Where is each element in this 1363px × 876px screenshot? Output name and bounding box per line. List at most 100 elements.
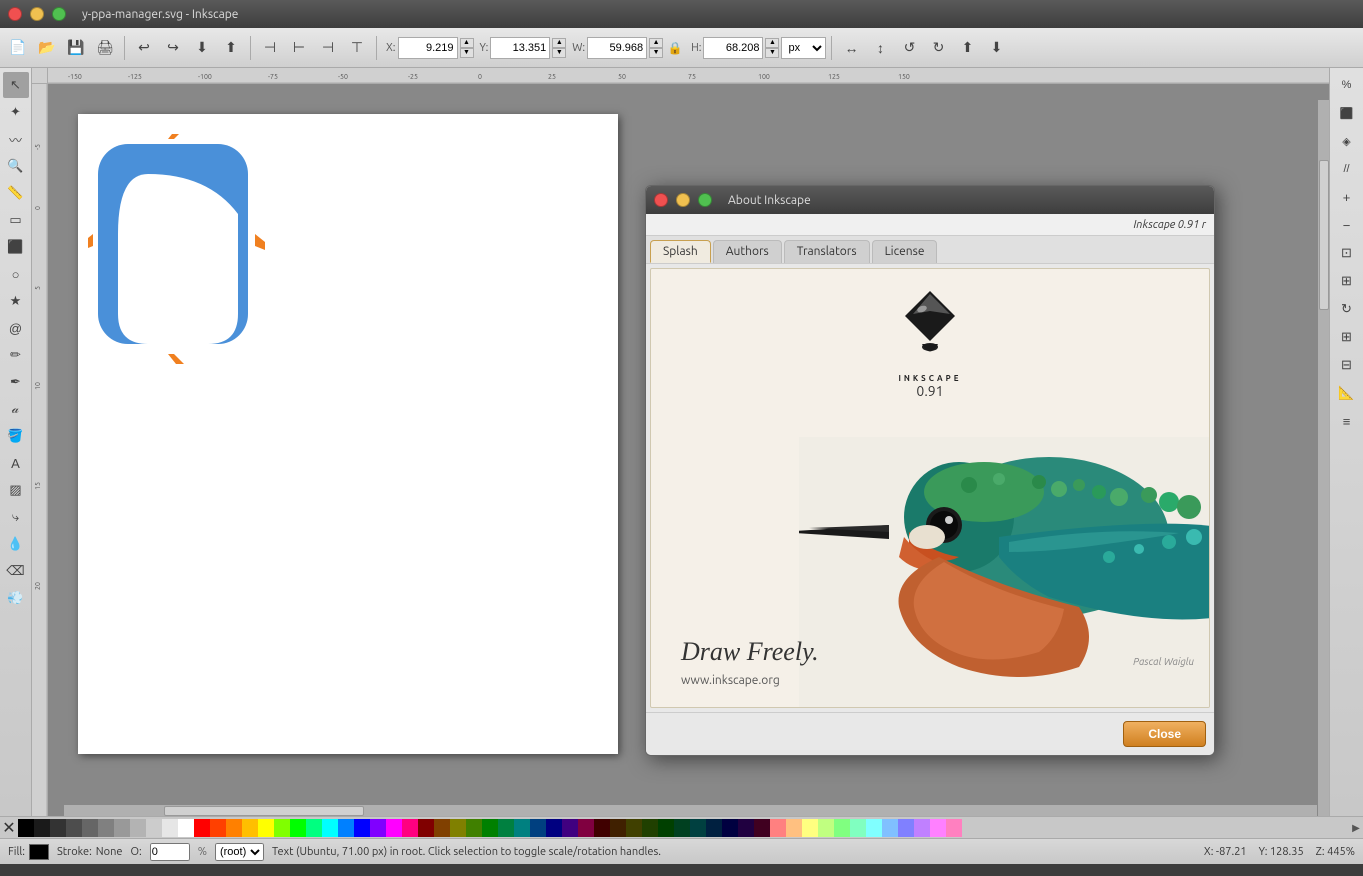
h-down[interactable]: ▼: [765, 48, 779, 58]
gradient-tool[interactable]: ▨: [3, 477, 29, 503]
palette-color-swatch[interactable]: [594, 819, 610, 837]
spiral-tool[interactable]: @: [3, 315, 29, 341]
zoom-fit[interactable]: ⊡: [1334, 240, 1360, 266]
pen-tool[interactable]: ✒: [3, 369, 29, 395]
palette-color-swatch[interactable]: [706, 819, 722, 837]
palette-color-swatch[interactable]: [242, 819, 258, 837]
palette-color-swatch[interactable]: [130, 819, 146, 837]
grid-toggle[interactable]: ⊞: [1334, 324, 1360, 350]
about-maximize-button[interactable]: [698, 193, 712, 207]
close-window-button[interactable]: [8, 7, 22, 21]
print-button[interactable]: 🖨: [91, 34, 119, 62]
tab-authors[interactable]: Authors: [713, 240, 782, 263]
zoom-in[interactable]: +: [1334, 184, 1360, 210]
eraser-tool[interactable]: ⌫: [3, 558, 29, 584]
palette-color-swatch[interactable]: [322, 819, 338, 837]
palette-color-swatch[interactable]: [226, 819, 242, 837]
palette-color-swatch[interactable]: [338, 819, 354, 837]
palette-color-swatch[interactable]: [850, 819, 866, 837]
w-input[interactable]: [587, 37, 647, 59]
spray-tool[interactable]: 💨: [3, 585, 29, 611]
x-spin[interactable]: ▲ ▼: [460, 38, 474, 58]
connector-tool[interactable]: ⤷: [3, 504, 29, 530]
opacity-input[interactable]: [150, 843, 190, 861]
pencil-tool[interactable]: ✏: [3, 342, 29, 368]
tab-translators[interactable]: Translators: [784, 240, 870, 263]
palette-color-swatch[interactable]: [178, 819, 194, 837]
palette-color-swatch[interactable]: [386, 819, 402, 837]
palette-color-swatch[interactable]: [642, 819, 658, 837]
unit-select[interactable]: pxmmcmin: [781, 37, 826, 59]
about-close-window-button[interactable]: [654, 193, 668, 207]
palette-color-swatch[interactable]: [514, 819, 530, 837]
palette-color-swatch[interactable]: [466, 819, 482, 837]
palette-color-swatch[interactable]: [82, 819, 98, 837]
measure-tool[interactable]: 📏: [3, 180, 29, 206]
export-button[interactable]: ⬆: [217, 34, 245, 62]
text-tool[interactable]: A: [3, 450, 29, 476]
palette-color-swatch[interactable]: [18, 819, 34, 837]
y-input[interactable]: [490, 37, 550, 59]
palette-color-swatch[interactable]: [50, 819, 66, 837]
tab-splash[interactable]: Splash: [650, 240, 711, 263]
palette-color-swatch[interactable]: [210, 819, 226, 837]
w-up[interactable]: ▲: [649, 38, 663, 48]
import-button[interactable]: ⬇: [188, 34, 216, 62]
y-up[interactable]: ▲: [552, 38, 566, 48]
palette-color-swatch[interactable]: [802, 819, 818, 837]
palette-color-swatch[interactable]: [418, 819, 434, 837]
no-color-button[interactable]: ✕: [0, 819, 18, 837]
palette-color-swatch[interactable]: [882, 819, 898, 837]
xml-editor[interactable]: ≡: [1334, 408, 1360, 434]
save-button[interactable]: 💾: [62, 34, 90, 62]
snap-ruler[interactable]: 📐: [1334, 380, 1360, 406]
palette-color-swatch[interactable]: [578, 819, 594, 837]
palette-color-swatch[interactable]: [530, 819, 546, 837]
palette-color-swatch[interactable]: [546, 819, 562, 837]
calligraphy-tool[interactable]: 𝒶: [3, 396, 29, 422]
rotate-ccw-button[interactable]: ↺: [895, 34, 923, 62]
palette-color-swatch[interactable]: [690, 819, 706, 837]
palette-color-swatch[interactable]: [66, 819, 82, 837]
x-input[interactable]: [398, 37, 458, 59]
snap-guide[interactable]: //: [1334, 156, 1360, 182]
raise-button[interactable]: ⬆: [953, 34, 981, 62]
palette-color-swatch[interactable]: [562, 819, 578, 837]
palette-color-swatch[interactable]: [290, 819, 306, 837]
layer-select[interactable]: (root): [215, 843, 264, 861]
zoom-tool[interactable]: 🔍: [3, 153, 29, 179]
close-button[interactable]: Close: [1123, 721, 1206, 747]
vertical-scrollbar[interactable]: [1317, 100, 1329, 816]
flip-v-button[interactable]: ↕: [866, 34, 894, 62]
palette-color-swatch[interactable]: [450, 819, 466, 837]
palette-color-swatch[interactable]: [306, 819, 322, 837]
h-spin[interactable]: ▲ ▼: [765, 38, 779, 58]
tab-license[interactable]: License: [872, 240, 938, 263]
dropper-tool[interactable]: 💧: [3, 531, 29, 557]
rect-tool[interactable]: ▭: [3, 207, 29, 233]
palette-color-swatch[interactable]: [146, 819, 162, 837]
palette-color-swatch[interactable]: [658, 819, 674, 837]
w-spin[interactable]: ▲ ▼: [649, 38, 663, 58]
palette-color-swatch[interactable]: [946, 819, 962, 837]
palette-color-swatch[interactable]: [114, 819, 130, 837]
circle-tool[interactable]: ○: [3, 261, 29, 287]
v-scrollbar-thumb[interactable]: [1319, 160, 1329, 310]
palette-color-swatch[interactable]: [434, 819, 450, 837]
w-down[interactable]: ▼: [649, 48, 663, 58]
y-down[interactable]: ▼: [552, 48, 566, 58]
palette-color-swatch[interactable]: [34, 819, 50, 837]
palette-color-swatch[interactable]: [258, 819, 274, 837]
minimize-button[interactable]: [30, 7, 44, 21]
palette-color-swatch[interactable]: [98, 819, 114, 837]
x-down[interactable]: ▼: [460, 48, 474, 58]
snap-nodes[interactable]: ◈: [1334, 128, 1360, 154]
palette-color-swatch[interactable]: [754, 819, 770, 837]
palette-color-swatch[interactable]: [626, 819, 642, 837]
align-top-button[interactable]: ⊤: [343, 34, 371, 62]
palette-color-swatch[interactable]: [274, 819, 290, 837]
h-up[interactable]: ▲: [765, 38, 779, 48]
3d-box-tool[interactable]: ⬛: [3, 234, 29, 260]
palette-color-swatch[interactable]: [930, 819, 946, 837]
star-tool[interactable]: ★: [3, 288, 29, 314]
